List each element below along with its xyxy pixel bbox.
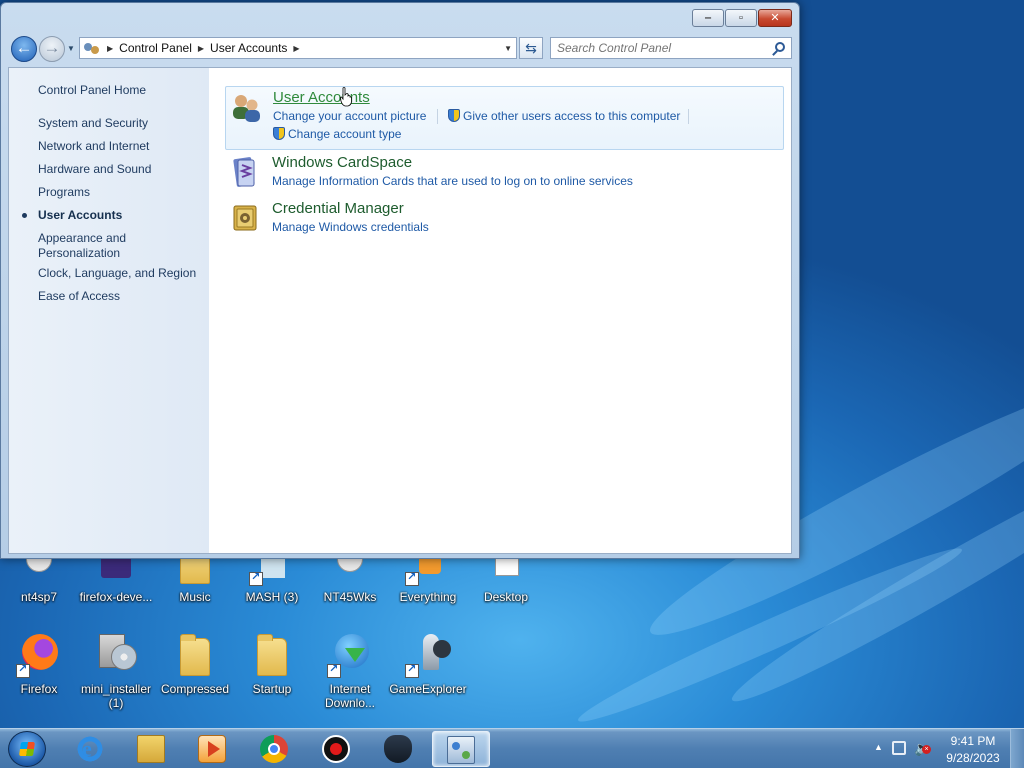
arrow-left-icon: ←: [15, 38, 33, 57]
internet-explorer-icon: e: [76, 735, 104, 763]
sidebar-item-ease-of-access[interactable]: Ease of Access: [38, 289, 120, 304]
taskbar-internet-explorer[interactable]: e: [62, 731, 118, 767]
control-panel-icon: [83, 41, 101, 55]
desktop-icon-startup[interactable]: Startup: [233, 632, 311, 696]
desktop-icon-label: Music: [179, 590, 211, 604]
search-input[interactable]: [551, 38, 761, 58]
desktop-icon-game-explorer[interactable]: GameExplorer: [389, 632, 467, 696]
record-icon: [322, 735, 350, 763]
sidebar-item-system-and-security[interactable]: System and Security: [38, 116, 148, 131]
sidebar-item-programs[interactable]: Programs: [38, 185, 90, 200]
desktop-icon-compressed[interactable]: Compressed: [156, 632, 234, 696]
users-icon: [230, 91, 262, 123]
category-user-accounts[interactable]: User Accounts Change your account pictur…: [225, 86, 784, 150]
desktop-icon-label: Firefox: [20, 682, 58, 696]
game-icon: [384, 735, 412, 763]
sidebar-item-hardware-and-sound[interactable]: Hardware and Sound: [38, 162, 151, 177]
manage-windows-credentials-link[interactable]: Manage Windows credentials: [272, 220, 429, 234]
desktop-icon-label: Everything: [399, 590, 457, 604]
sidebar-item-control-panel-home[interactable]: Control Panel Home: [38, 83, 146, 98]
search-box[interactable]: [550, 37, 792, 59]
sidebar-item-clock-language-region[interactable]: Clock, Language, and Region: [38, 266, 196, 281]
caption-buttons: ‒ ▫ ✕: [692, 9, 792, 27]
change-account-type-link[interactable]: Change account type: [273, 127, 401, 141]
sidebar-item-user-accounts[interactable]: User Accounts: [38, 208, 122, 223]
system-tray: ▲ 🔈 × 9:41 PM 9/28/2023: [864, 729, 1024, 768]
desktop-icon-label: Compressed: [160, 682, 230, 696]
desktop-icon-label: MASH (3): [245, 590, 299, 604]
desktop-icon-label: firefox-deve...: [79, 590, 153, 604]
address-bar[interactable]: ▶ Control Panel ▶ User Accounts ▶ ▼: [79, 37, 517, 59]
taskbar: e ▲ 🔈 × 9:41 PM 9/28/2023: [0, 728, 1024, 768]
desktop-icon-label: Desktop: [483, 590, 529, 604]
clock-time[interactable]: 9:41 PM: [938, 734, 1008, 748]
show-hidden-icons-button[interactable]: ▲: [874, 742, 883, 752]
control-panel-window[interactable]: ‒ ▫ ✕ ← → ▼ ▶ Control Panel ▶ User Accou…: [0, 2, 800, 559]
link-separator: [688, 109, 689, 124]
taskbar-file-explorer[interactable]: [123, 731, 179, 767]
chevron-right-icon[interactable]: ▶: [198, 44, 204, 53]
breadcrumb-user-accounts[interactable]: User Accounts: [210, 41, 287, 55]
credential-manager-title[interactable]: Credential Manager: [272, 200, 404, 217]
network-icon[interactable]: [892, 741, 906, 755]
desktop-icon-mini-installer[interactable]: mini_installer (1): [77, 632, 155, 710]
give-other-users-access-link[interactable]: Give other users access to this computer: [448, 109, 680, 123]
taskbar-game[interactable]: [370, 731, 426, 767]
recent-pages-dropdown[interactable]: ▼: [67, 44, 75, 53]
change-account-type-label: Change account type: [288, 127, 402, 141]
chrome-icon: [260, 735, 288, 763]
sidebar-item-appearance[interactable]: Appearance and Personalization: [38, 231, 126, 261]
media-player-icon: [198, 735, 226, 763]
refresh-icon: ⇆: [525, 40, 537, 56]
chevron-right-icon[interactable]: ▶: [293, 44, 299, 53]
back-button[interactable]: ←: [11, 36, 37, 62]
forward-button[interactable]: →: [39, 36, 65, 62]
minimize-button[interactable]: ‒: [692, 9, 724, 27]
user-accounts-title-link[interactable]: User Accounts: [273, 89, 370, 106]
credential-vault-icon: [229, 202, 261, 234]
file-explorer-icon: [137, 735, 165, 763]
taskbar-media-player[interactable]: [184, 731, 240, 767]
taskbar-control-panel[interactable]: [432, 731, 490, 767]
start-button[interactable]: [8, 731, 46, 767]
clock-date[interactable]: 9/28/2023: [938, 751, 1008, 765]
navigation-bar: ← → ▼ ▶ Control Panel ▶ User Accounts ▶ …: [9, 35, 792, 63]
main-pane: User Accounts Change your account pictur…: [223, 68, 791, 553]
cardspace-icon: [229, 156, 261, 188]
manage-information-cards-link[interactable]: Manage Information Cards that are used t…: [272, 174, 633, 188]
windows-cardspace-title[interactable]: Windows CardSpace: [272, 154, 412, 171]
active-bullet-icon: [22, 213, 27, 218]
show-desktop-button[interactable]: [1010, 729, 1024, 768]
link-separator: [437, 109, 438, 124]
desktop-icon-internet-download[interactable]: Internet Downlo...: [311, 632, 389, 710]
taskbar-chrome[interactable]: [246, 731, 302, 767]
desktop-icon-label: NT45Wks: [323, 590, 377, 604]
give-other-users-access-label: Give other users access to this computer: [463, 109, 681, 123]
uac-shield-icon: [448, 109, 460, 122]
chevron-right-icon[interactable]: ▶: [107, 44, 113, 53]
desktop-icon-label: Internet Downlo...: [324, 682, 376, 710]
maximize-button[interactable]: ▫: [725, 9, 757, 27]
hand-cursor-icon: [340, 87, 352, 107]
sidebar: Control Panel Home System and Security N…: [9, 68, 209, 553]
arrow-right-icon: →: [43, 38, 61, 57]
desktop-icon-label: nt4sp7: [20, 590, 58, 604]
category-credential-manager[interactable]: Credential Manager Manage Windows creden…: [225, 198, 784, 262]
desktop-icon-label: Startup: [252, 682, 292, 696]
sidebar-item-network-and-internet[interactable]: Network and Internet: [38, 139, 149, 154]
address-dropdown-icon[interactable]: ▼: [504, 44, 512, 53]
refresh-button[interactable]: ⇆: [519, 37, 543, 59]
uac-shield-icon: [273, 127, 285, 140]
muted-x-icon: ×: [922, 745, 931, 754]
taskbar-recorder[interactable]: [308, 731, 364, 767]
desktop-icon-label: mini_installer (1): [80, 682, 152, 710]
close-button[interactable]: ✕: [758, 9, 792, 27]
search-icon[interactable]: [775, 42, 785, 52]
desktop-icon-label: GameExplorer: [389, 682, 467, 696]
content-area: Control Panel Home System and Security N…: [8, 67, 792, 554]
breadcrumb-control-panel[interactable]: Control Panel: [119, 41, 192, 55]
desktop-icon-firefox[interactable]: Firefox: [0, 632, 78, 696]
change-account-picture-link[interactable]: Change your account picture: [273, 109, 426, 123]
control-panel-icon: [447, 736, 475, 764]
